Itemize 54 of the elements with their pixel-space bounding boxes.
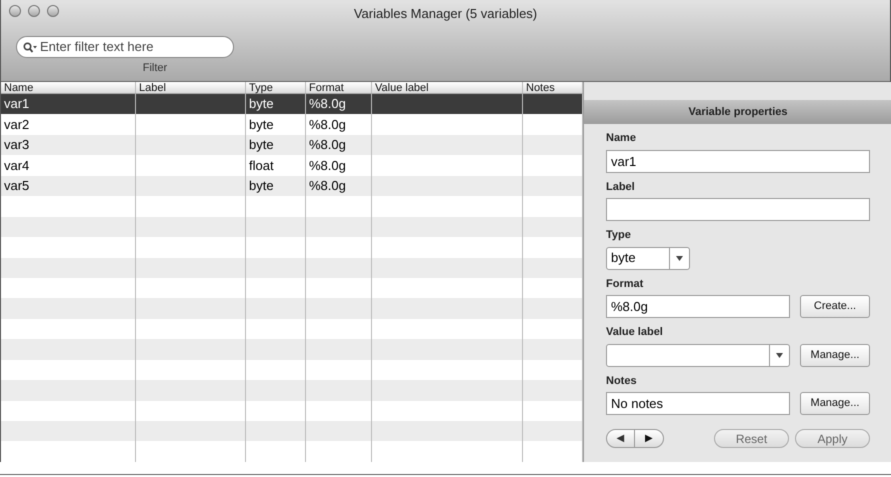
- table-cell-text: var1: [4, 95, 30, 114]
- table-row[interactable]: var4 float %8.0g: [1, 155, 583, 176]
- window-control-icon[interactable]: [9, 5, 21, 17]
- text-field[interactable]: No notes: [606, 392, 790, 415]
- table-cell-text: var3: [4, 136, 30, 154]
- caret-icon[interactable]: [676, 256, 683, 260]
- table-row[interactable]: var5 byte %8.0g: [1, 176, 583, 196]
- type-dropdown[interactable]: byte: [606, 246, 690, 270]
- table-row[interactable]: var1 byte %8.0g: [1, 94, 583, 114]
- window-control-icon[interactable]: [47, 5, 59, 17]
- table-cell-text: byte: [249, 116, 274, 134]
- field-label: Name: [606, 131, 637, 146]
- filter-label: Filter: [142, 61, 168, 76]
- table-cell-text: %8.0g: [309, 95, 346, 114]
- next-button[interactable]: ▶: [635, 430, 663, 447]
- field-label: Label: [606, 180, 636, 194]
- reset-button[interactable]: Reset: [714, 429, 789, 448]
- table-cell-text: byte: [249, 136, 274, 154]
- manage-button[interactable]: Create...: [800, 295, 870, 318]
- window-control-icon[interactable]: [28, 5, 40, 17]
- table-cell-text: var2: [4, 116, 30, 134]
- field-label: Value label: [606, 325, 664, 340]
- column-header[interactable]: Name: [1, 82, 136, 93]
- column-header[interactable]: Format: [306, 82, 372, 93]
- field-label: Format: [606, 276, 644, 292]
- filter-field[interactable]: Enter filter text here: [16, 36, 234, 58]
- column-header[interactable]: Type: [246, 82, 306, 93]
- text-field[interactable]: [606, 198, 870, 221]
- field-label: Type: [606, 228, 632, 243]
- column-header[interactable]: Label: [136, 82, 246, 93]
- table-cell-text: var4: [4, 156, 30, 175]
- manage-button[interactable]: Manage...: [800, 344, 870, 366]
- table-cell-text: %8.0g: [309, 136, 346, 154]
- field-label: Notes: [606, 374, 638, 388]
- table-cell-text: byte: [249, 95, 274, 114]
- panel-title: Variable properties: [584, 100, 891, 124]
- table-cell-text: %8.0g: [309, 156, 346, 175]
- manage-button[interactable]: Manage...: [800, 392, 870, 415]
- caret-icon[interactable]: [776, 352, 783, 358]
- filter-input[interactable]: Enter filter text here: [40, 37, 227, 57]
- table-cell-text: %8.0g: [309, 116, 346, 134]
- table-cell-text: var5: [4, 177, 30, 196]
- window-title: Variables Manager (5 variables): [354, 5, 538, 23]
- table-cell-text: float: [249, 156, 274, 175]
- table-row[interactable]: var3 byte %8.0g: [1, 134, 583, 156]
- table-cell-text: byte: [249, 177, 274, 196]
- search-icon[interactable]: [23, 42, 37, 52]
- text-field[interactable]: %8.0g: [606, 295, 790, 318]
- table-cell-text: %8.0g: [309, 177, 346, 196]
- table-row[interactable]: var2 byte %8.0g: [1, 114, 583, 135]
- text-field[interactable]: var1: [606, 150, 870, 172]
- apply-button[interactable]: Apply: [795, 429, 870, 448]
- previous-button[interactable]: ◀: [607, 430, 635, 447]
- column-header[interactable]: Value label: [372, 82, 523, 93]
